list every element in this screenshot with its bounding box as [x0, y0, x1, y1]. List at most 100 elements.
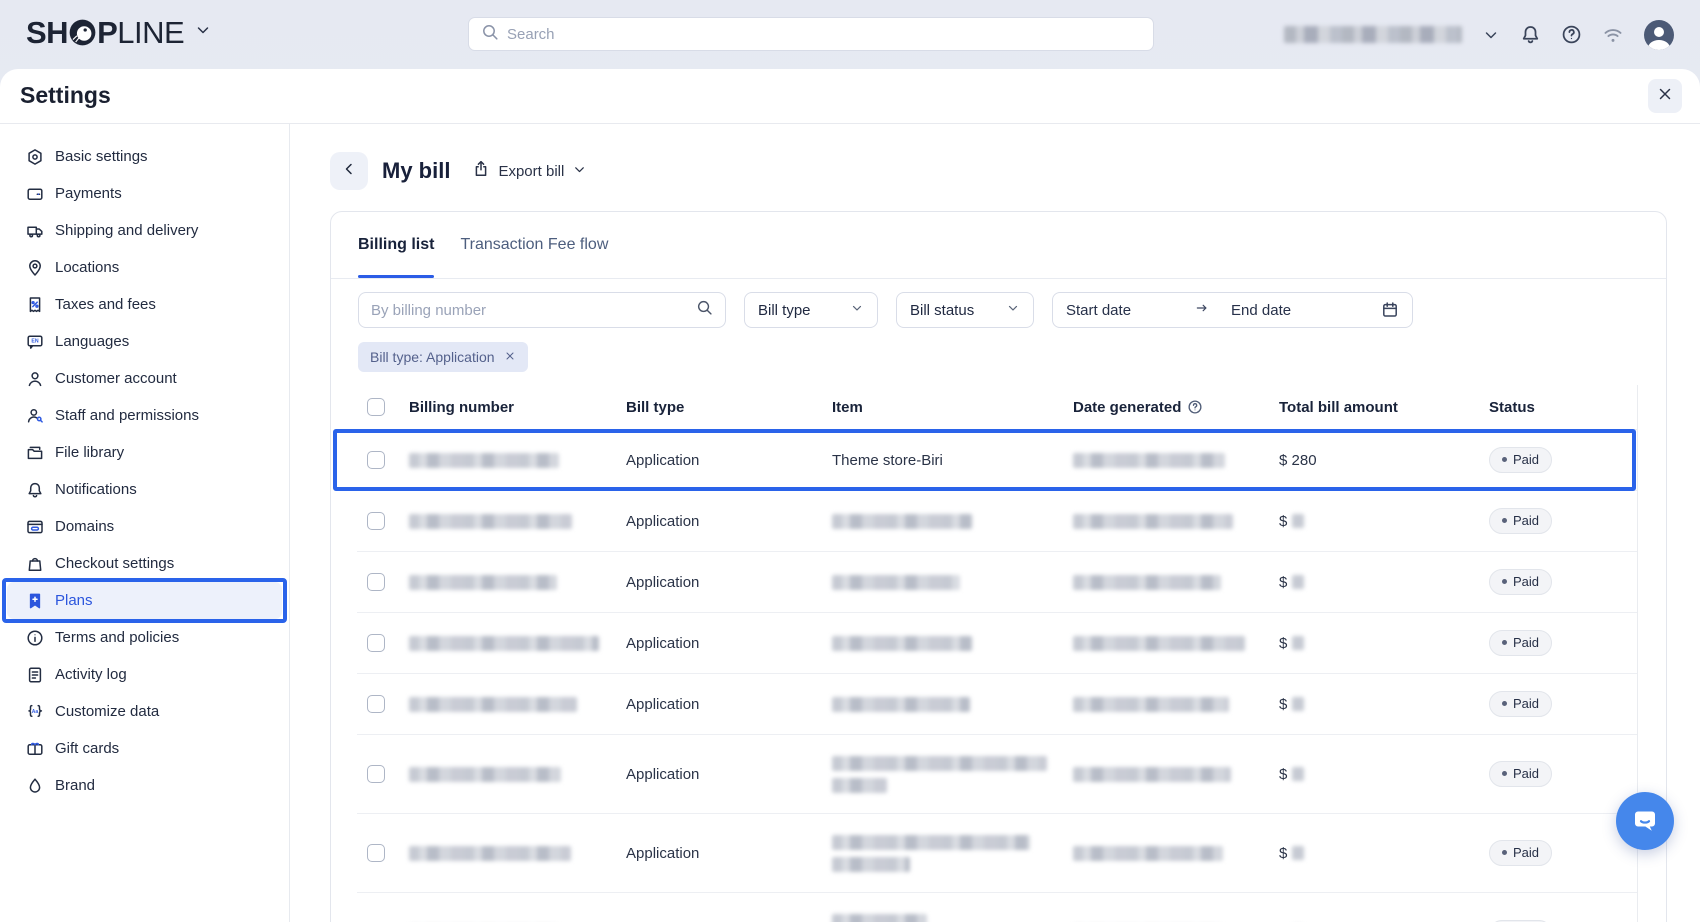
chat-launcher-button[interactable] [1616, 792, 1674, 850]
redacted-amount [1292, 767, 1304, 781]
redacted-text [409, 575, 557, 590]
item-cell [832, 636, 1073, 651]
status-cell: Paid [1489, 761, 1638, 787]
sidebar-item-staff-and-permissions[interactable]: Staff and permissions [0, 397, 289, 434]
sidebar-item-shipping-and-delivery[interactable]: Shipping and delivery [0, 212, 289, 249]
export-bill-button[interactable]: Export bill [472, 160, 587, 182]
sidebar-item-brand[interactable]: Brand [0, 767, 289, 804]
row-checkbox[interactable] [367, 512, 385, 530]
sidebar-item-plans[interactable]: Plans [7, 582, 282, 619]
redacted-text [1073, 514, 1233, 529]
table-row[interactable]: ApplicationTheme store-Biri$ 280Paid [357, 430, 1637, 491]
date-generated-help-icon[interactable] [1187, 399, 1203, 415]
shipping-icon [26, 222, 44, 240]
page-header: My bill Export bill [330, 152, 1700, 190]
row-checkbox[interactable] [367, 451, 385, 469]
row-checkbox[interactable] [367, 695, 385, 713]
sidebar-item-terms-and-policies[interactable]: Terms and policies [0, 619, 289, 656]
store-chevron-down-icon[interactable] [1482, 26, 1500, 44]
shopline-logo-text: SHPLINE [26, 17, 184, 48]
global-search-input[interactable] [507, 26, 1141, 43]
billing-number-input[interactable] [371, 302, 688, 319]
close-icon [1656, 85, 1674, 108]
bill-type-dropdown[interactable]: Bill type [744, 292, 878, 328]
store-name-redacted[interactable] [1284, 26, 1462, 43]
row-checkbox[interactable] [367, 765, 385, 783]
date-generated-cell [1073, 846, 1279, 861]
table-row[interactable]: Application$Paid [357, 491, 1637, 552]
sidebar-item-label: Activity log [55, 666, 127, 683]
redacted-text [409, 846, 571, 861]
table-row[interactable]: Application$Paid [357, 613, 1637, 674]
filter-chip-bill-type[interactable]: Bill type: Application [358, 342, 528, 372]
item-cell [832, 914, 1073, 922]
table-row[interactable]: Application$Paid [357, 814, 1637, 893]
sidebar-item-activity-log[interactable]: Activity log [0, 656, 289, 693]
sidebar-item-label: File library [55, 444, 124, 461]
total-amount-cell: $ [1279, 766, 1489, 783]
plans-icon [26, 592, 44, 610]
date-generated-cell [1073, 514, 1279, 529]
bill-status-dropdown[interactable]: Bill status [896, 292, 1034, 328]
notifications-bell-icon[interactable] [1520, 24, 1541, 45]
sidebar-item-taxes-and-fees[interactable]: Taxes and fees [0, 286, 289, 323]
sidebar-item-checkout-settings[interactable]: Checkout settings [0, 545, 289, 582]
sidebar-item-basic-settings[interactable]: Basic settings [0, 138, 289, 175]
redacted-text [409, 514, 572, 529]
export-bill-label: Export bill [498, 163, 564, 180]
sidebar-item-label: Brand [55, 777, 95, 794]
total-amount-cell: $ 280 [1279, 452, 1489, 469]
sidebar-item-gift-cards[interactable]: Gift cards [0, 730, 289, 767]
table-row[interactable]: Application$Paid [357, 552, 1637, 613]
svg-text:Aa: Aa [32, 709, 39, 715]
status-dot [1502, 850, 1507, 855]
sidebar-item-customer-account[interactable]: Customer account [0, 360, 289, 397]
status-cell: Paid [1489, 447, 1638, 473]
tab-transaction-fee-flow[interactable]: Transaction Fee flow [460, 212, 608, 278]
sidebar-item-file-library[interactable]: File library [0, 434, 289, 471]
basic-settings-icon [26, 148, 44, 166]
billing-table: Billing numberBill typeItemDate generate… [357, 385, 1638, 922]
row-checkbox[interactable] [367, 844, 385, 862]
end-date-field[interactable]: End date [1231, 302, 1291, 319]
logo-chevron-down-icon[interactable] [194, 21, 212, 44]
topbar: SHPLINE [0, 0, 1700, 69]
row-checkbox[interactable] [367, 573, 385, 591]
redacted-amount [1292, 514, 1304, 528]
redacted-text [832, 835, 1030, 850]
column-header-billing-number: Billing number [409, 399, 626, 416]
table-row[interactable]: Application$Paid [357, 674, 1637, 735]
activity-log-icon [26, 666, 44, 684]
row-checkbox[interactable] [367, 634, 385, 652]
sidebar-item-payments[interactable]: Payments [0, 175, 289, 212]
avatar[interactable] [1644, 20, 1674, 50]
select-all-checkbox[interactable] [367, 398, 385, 416]
search-icon [696, 299, 713, 321]
redacted-amount [1292, 697, 1304, 711]
sidebar-item-domains[interactable]: Domains [0, 508, 289, 545]
date-generated-cell [1073, 453, 1279, 468]
sidebar-item-languages[interactable]: ENLanguages [0, 323, 289, 360]
tab-billing-list[interactable]: Billing list [358, 212, 434, 278]
settings-header: Settings [0, 69, 1700, 124]
status-cell: Paid [1489, 508, 1638, 534]
shopline-logo[interactable]: SHPLINE [26, 17, 212, 48]
sidebar-item-customize-data[interactable]: AaCustomize data [0, 693, 289, 730]
table-row[interactable]: Application$Paid [357, 735, 1637, 814]
billing-number-cell [409, 453, 626, 468]
date-range-picker[interactable]: Start date End date [1052, 292, 1413, 328]
global-search[interactable] [468, 17, 1154, 51]
back-button[interactable] [330, 152, 368, 190]
billing-number-search[interactable] [358, 292, 726, 328]
help-icon[interactable] [1561, 24, 1582, 45]
sidebar-item-locations[interactable]: Locations [0, 249, 289, 286]
start-date-field[interactable]: Start date [1066, 302, 1131, 319]
close-settings-button[interactable] [1648, 79, 1682, 113]
billing-number-cell [409, 697, 626, 712]
sidebar-item-notifications[interactable]: Notifications [0, 471, 289, 508]
topbar-right-cluster [1284, 0, 1674, 69]
network-status-icon[interactable] [1602, 24, 1624, 46]
chip-close-icon[interactable] [504, 349, 516, 365]
table-row[interactable]: Application$Paid [357, 893, 1637, 922]
sidebar-item-label: Languages [55, 333, 129, 350]
